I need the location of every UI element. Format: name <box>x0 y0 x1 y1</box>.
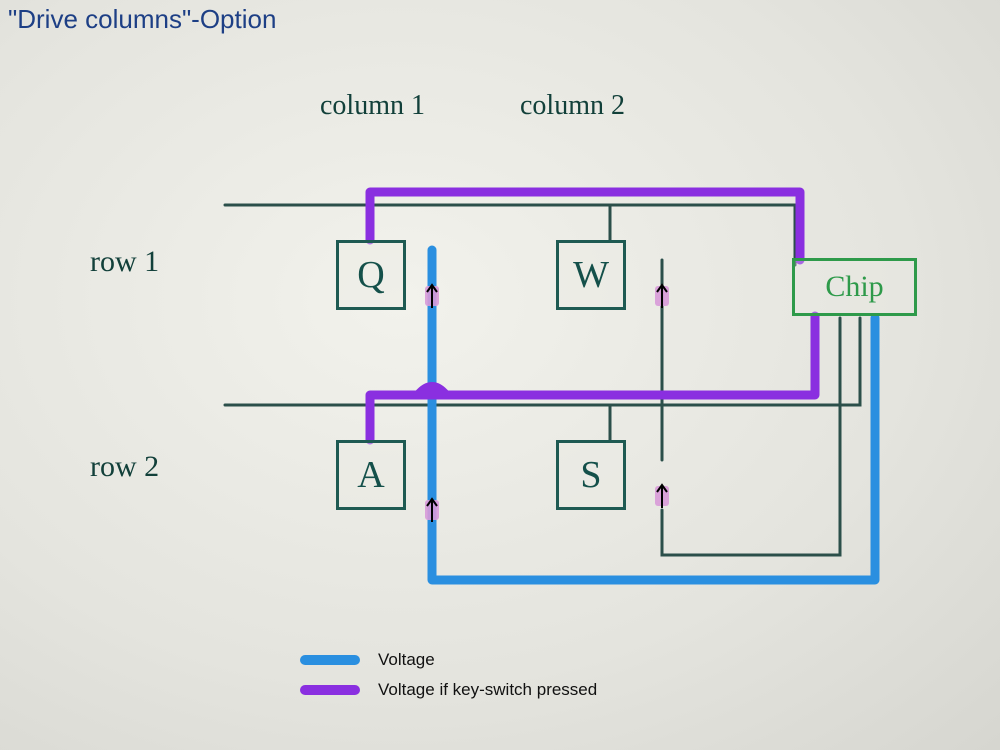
diagram-stage: { "title": "\"Drive columns\"-Option", "… <box>0 0 1000 750</box>
chip-label: Chip <box>825 270 883 304</box>
label-row-1: row 1 <box>90 245 159 279</box>
key-w-label: W <box>573 253 609 297</box>
key-s: S <box>556 440 626 510</box>
key-q-label: Q <box>357 253 384 297</box>
legend-row-voltage: Voltage <box>300 650 597 670</box>
key-s-label: S <box>580 453 601 497</box>
key-a: A <box>336 440 406 510</box>
chip-box: Chip <box>792 258 917 316</box>
key-w: W <box>556 240 626 310</box>
wire-layer-base <box>0 0 1000 750</box>
legend-text-voltage-pressed: Voltage if key-switch pressed <box>378 680 597 700</box>
legend-row-voltage-pressed: Voltage if key-switch pressed <box>300 680 597 700</box>
key-a-label: A <box>357 453 384 497</box>
legend-text-voltage: Voltage <box>378 650 435 670</box>
wire-layer-voltage <box>0 0 1000 750</box>
legend: Voltage Voltage if key-switch pressed <box>300 650 597 710</box>
label-column-2: column 2 <box>520 90 625 122</box>
legend-swatch-voltage <box>300 655 360 665</box>
diode-s <box>655 486 669 506</box>
diode-a <box>425 500 439 520</box>
key-q: Q <box>336 240 406 310</box>
diode-q <box>425 286 439 306</box>
label-column-1: column 1 <box>320 90 425 122</box>
diode-w <box>655 286 669 306</box>
wire-layer-voltage-pressed <box>0 0 1000 750</box>
diagram-title: "Drive columns"-Option <box>8 4 276 35</box>
legend-swatch-voltage-pressed <box>300 685 360 695</box>
label-row-2: row 2 <box>90 450 159 484</box>
